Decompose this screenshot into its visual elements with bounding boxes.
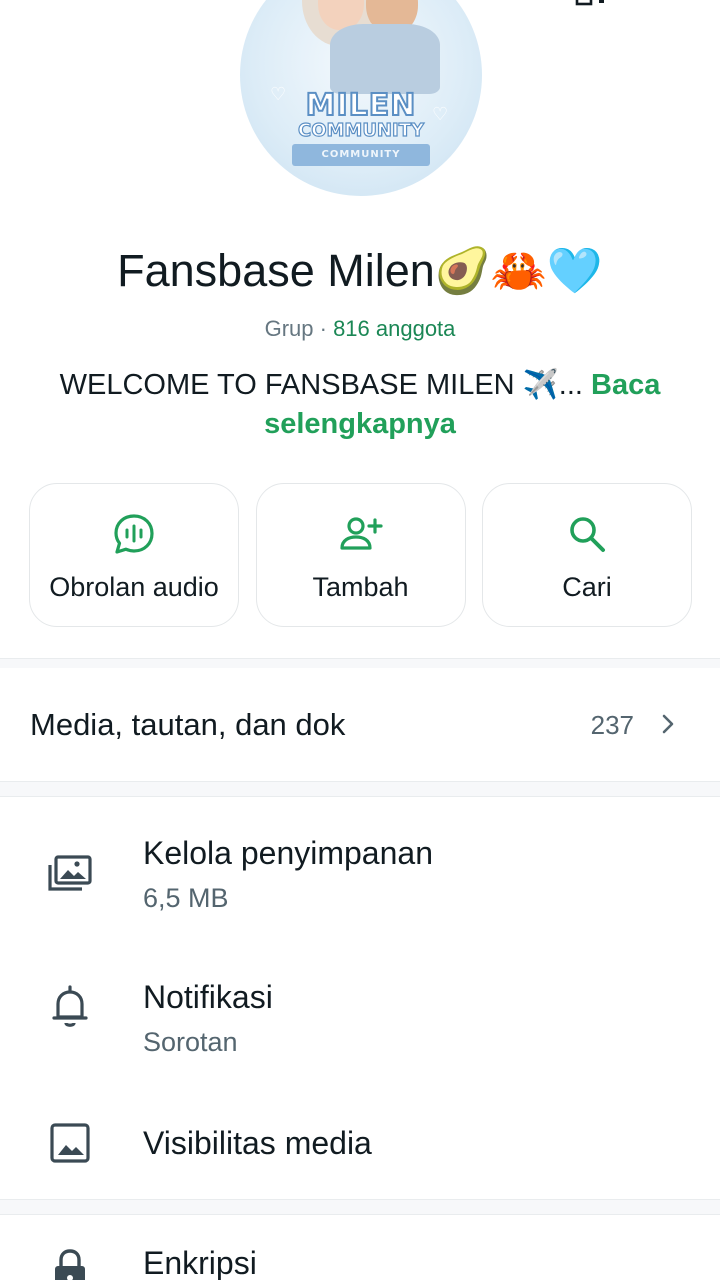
notifications-item[interactable]: Notifikasi Sorotan [0, 941, 720, 1085]
media-visibility-item[interactable]: Visibilitas media [0, 1085, 720, 1199]
storage-icon [48, 855, 92, 891]
manage-storage-item[interactable]: Kelola penyimpanan 6,5 MB [0, 797, 720, 941]
search-button[interactable]: Cari [482, 483, 692, 627]
security-list: Enkripsi [0, 1215, 720, 1280]
bell-icon [52, 985, 88, 1027]
group-name: Fansbase Milen🥑🦀🩵 [117, 245, 603, 296]
media-row-label: Media, tautan, dan dok [30, 707, 346, 742]
manage-storage-title: Kelola penyimpanan [143, 835, 433, 871]
member-count-link[interactable]: 816 anggota [333, 316, 455, 341]
group-avatar[interactable]: ♡ ♡ MILEN COMMUNITY COMMUNITY [240, 0, 482, 196]
add-member-icon [339, 517, 383, 550]
image-icon [50, 1123, 90, 1163]
media-visibility-title: Visibilitas media [143, 1125, 372, 1161]
lock-icon [55, 1249, 85, 1280]
group-description: WELCOME TO FANSBASE MILEN ✈️... Baca sel… [40, 366, 680, 444]
group-settings-list: Kelola penyimpanan 6,5 MB Notifikasi Sor… [0, 797, 720, 1199]
search-label: Cari [562, 572, 612, 602]
action-buttons: Obrolan audio Tambah Cari [29, 483, 692, 627]
description-text: WELCOME TO FANSBASE MILEN ✈️... [59, 369, 592, 401]
more-options-icon[interactable] [668, 0, 690, 8]
group-meta: Grup · 816 anggota [0, 316, 720, 342]
section-divider [0, 1199, 720, 1215]
avatar-logo-text: MILEN [305, 87, 417, 124]
add-member-label: Tambah [312, 572, 409, 602]
back-arrow-icon[interactable] [30, 0, 52, 8]
meta-separator: · [313, 316, 334, 341]
avatar-figure-shirt [330, 24, 440, 94]
avatar-logo-subtext: COMMUNITY [297, 119, 425, 141]
notifications-subtitle: Sorotan [143, 1027, 238, 1057]
section-divider [0, 781, 720, 797]
encryption-title: Enkripsi [143, 1245, 257, 1280]
audio-chat-label: Obrolan audio [49, 572, 219, 602]
manage-storage-subtitle: 6,5 MB [143, 883, 229, 913]
group-type: Grup [264, 316, 314, 341]
media-links-docs-row[interactable]: Media, tautan, dan dok 237 [0, 668, 720, 781]
search-icon [570, 517, 605, 552]
media-count: 237 [590, 710, 634, 740]
section-divider [0, 658, 720, 668]
qr-code-icon[interactable] [575, 0, 615, 6]
audio-chat-button[interactable]: Obrolan audio [29, 483, 239, 627]
notifications-title: Notifikasi [143, 979, 273, 1015]
audio-chat-icon [114, 514, 154, 554]
encryption-item[interactable]: Enkripsi [0, 1215, 720, 1280]
chevron-right-icon [662, 714, 674, 734]
avatar-logo-ribbon: COMMUNITY [292, 144, 430, 166]
add-member-button[interactable]: Tambah [255, 483, 466, 627]
